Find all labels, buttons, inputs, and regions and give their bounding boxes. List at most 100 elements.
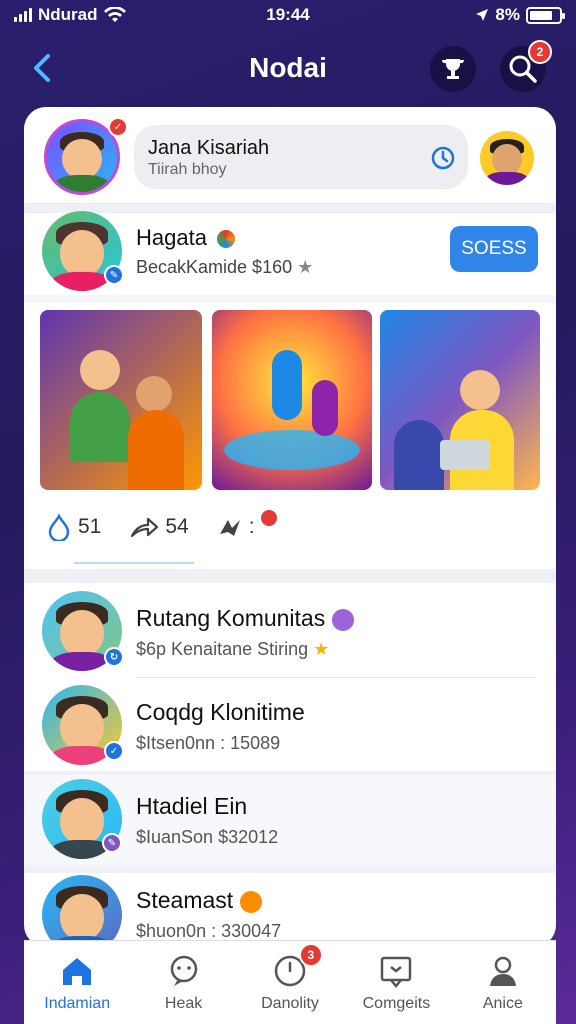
message-icon	[381, 956, 412, 988]
community-subtitle: $huon0n : 330047	[136, 921, 282, 941]
battery-percent: 8%	[495, 5, 520, 24]
image-laptop	[440, 440, 490, 470]
trophy-icon	[441, 59, 465, 79]
avatar-notify-badge: ✓	[108, 117, 128, 137]
trophy-button[interactable]	[430, 46, 476, 92]
post-author-name: Hagata	[136, 225, 236, 251]
app-header: Nodai 2	[0, 40, 576, 96]
profile-icon	[489, 956, 516, 986]
sparkle-icon	[331, 608, 354, 631]
list-item[interactable]: Steamast $huon0n : 330047	[24, 869, 556, 947]
community-badge: ✎	[102, 833, 122, 853]
community-name-row: Rutang Komunitas	[136, 605, 354, 632]
tab-chat[interactable]: Heak	[130, 941, 236, 1024]
image-person-7	[394, 420, 444, 490]
community-badge: ✓	[104, 741, 124, 761]
clock-icon[interactable]	[430, 145, 456, 171]
post-avatar-face	[59, 230, 105, 277]
community-name: Coqdg Klonitime	[136, 699, 305, 725]
like-icon	[48, 513, 70, 541]
community-subtitle: $Itsen0nn : 15089	[136, 733, 281, 753]
search-title: Jana Kisariah	[148, 137, 270, 159]
community-subtitle: $IuanSon $32012	[136, 827, 279, 847]
community-name: Steamast	[136, 887, 234, 913]
battery-icon	[526, 6, 565, 24]
more-button[interactable]: :	[217, 510, 277, 540]
flame-icon	[239, 890, 262, 913]
feed-card: ✓ Jana Kisariah Tiirah bhoy ✎ Hagata Bec…	[24, 107, 556, 947]
image-person-3	[136, 376, 172, 412]
image-dancer-2	[312, 380, 338, 436]
actions-underline	[74, 562, 194, 564]
community-avatar	[42, 875, 122, 947]
image-person-2	[70, 392, 130, 462]
post-image-2[interactable]	[212, 310, 372, 490]
community-name: Htadiel Ein	[136, 793, 248, 819]
community-avatar-face	[59, 704, 105, 751]
community-sub-row: $6p Kenaitane Stiring ★	[136, 639, 329, 660]
search-subtitle: Tiirah bhoy	[148, 161, 227, 178]
post-author-text: Hagata	[136, 225, 207, 250]
status-bar: Ndurad 19:44 8%	[0, 0, 576, 30]
list-item[interactable]: ↻ Rutang Komunitas $6p Kenaitane Stiring…	[24, 587, 556, 677]
image-person-4	[128, 410, 184, 490]
friend-avatar[interactable]	[480, 131, 534, 185]
community-avatar-face	[59, 798, 105, 845]
divider	[136, 677, 536, 678]
star-icon: ★	[313, 639, 330, 659]
community-subtitle: $6p Kenaitane Stiring	[136, 639, 309, 659]
image-person-1	[80, 350, 120, 390]
image-person-5	[460, 370, 500, 410]
send-icon	[219, 520, 240, 536]
tab-home[interactable]: Indamian	[24, 941, 130, 1024]
follow-button[interactable]: SOESS	[450, 226, 538, 272]
search-badge: 2	[528, 40, 552, 64]
list-item[interactable]: ✓ Coqdg Klonitime $Itsen0nn : 15089	[24, 681, 556, 771]
post-actions: 51 54 :	[46, 509, 283, 545]
community-name-row: Steamast	[136, 887, 262, 914]
tab-label: Danolity	[261, 995, 319, 1012]
star-icon: ★	[297, 257, 314, 277]
image-dancer-1	[272, 350, 302, 420]
page-title: Nodai	[249, 52, 327, 83]
divider	[24, 203, 556, 213]
unread-dot	[260, 510, 277, 526]
divider	[24, 569, 556, 583]
tab-label: Indamian	[44, 995, 111, 1012]
post-image-1[interactable]	[40, 310, 202, 490]
community-badge: ↻	[104, 647, 124, 667]
tab-profile[interactable]: Anice	[450, 941, 556, 1024]
share-icon	[131, 517, 159, 538]
location-icon	[476, 9, 489, 21]
share-count: 54	[165, 515, 189, 538]
community-avatar-face	[59, 894, 105, 941]
notification-badge: 3	[298, 943, 323, 967]
status-right: 8%	[475, 5, 565, 25]
post-meta: BecakKamide $160 ★	[136, 257, 313, 278]
divider	[24, 295, 556, 303]
tab-label: Anice	[482, 995, 523, 1012]
friend-avatar-shirt	[485, 172, 529, 185]
home-icon	[63, 958, 92, 985]
tab-notifications[interactable]: 3 Danolity	[237, 941, 343, 1024]
chat-icon	[170, 955, 197, 986]
search-button[interactable]: 2	[500, 40, 552, 92]
list-item[interactable]: ✎ Htadiel Ein $IuanSon $32012	[24, 775, 556, 865]
tab-label: Heak	[164, 995, 203, 1012]
verified-badge: ✎	[104, 265, 124, 285]
author-badge-icon	[217, 230, 236, 249]
like-button[interactable]: 51	[46, 513, 101, 541]
post-meta-text: BecakKamide $160	[136, 257, 293, 277]
post-image-3[interactable]	[380, 310, 540, 490]
like-count: 51	[78, 515, 102, 538]
share-button[interactable]: 54	[129, 514, 189, 540]
tab-messages[interactable]: Comgeits	[343, 941, 449, 1024]
friend-avatar-face	[491, 143, 523, 176]
community-avatar-face	[59, 610, 105, 657]
tab-bar: Indamian Heak 3 Danolity Comgeits Anice	[24, 940, 556, 1024]
avatar-face	[62, 138, 102, 180]
image-stage	[224, 430, 360, 470]
tab-label: Comgeits	[362, 995, 431, 1012]
avatar-shirt	[54, 175, 110, 192]
profile-search-box[interactable]: Jana Kisariah Tiirah bhoy	[134, 125, 468, 189]
